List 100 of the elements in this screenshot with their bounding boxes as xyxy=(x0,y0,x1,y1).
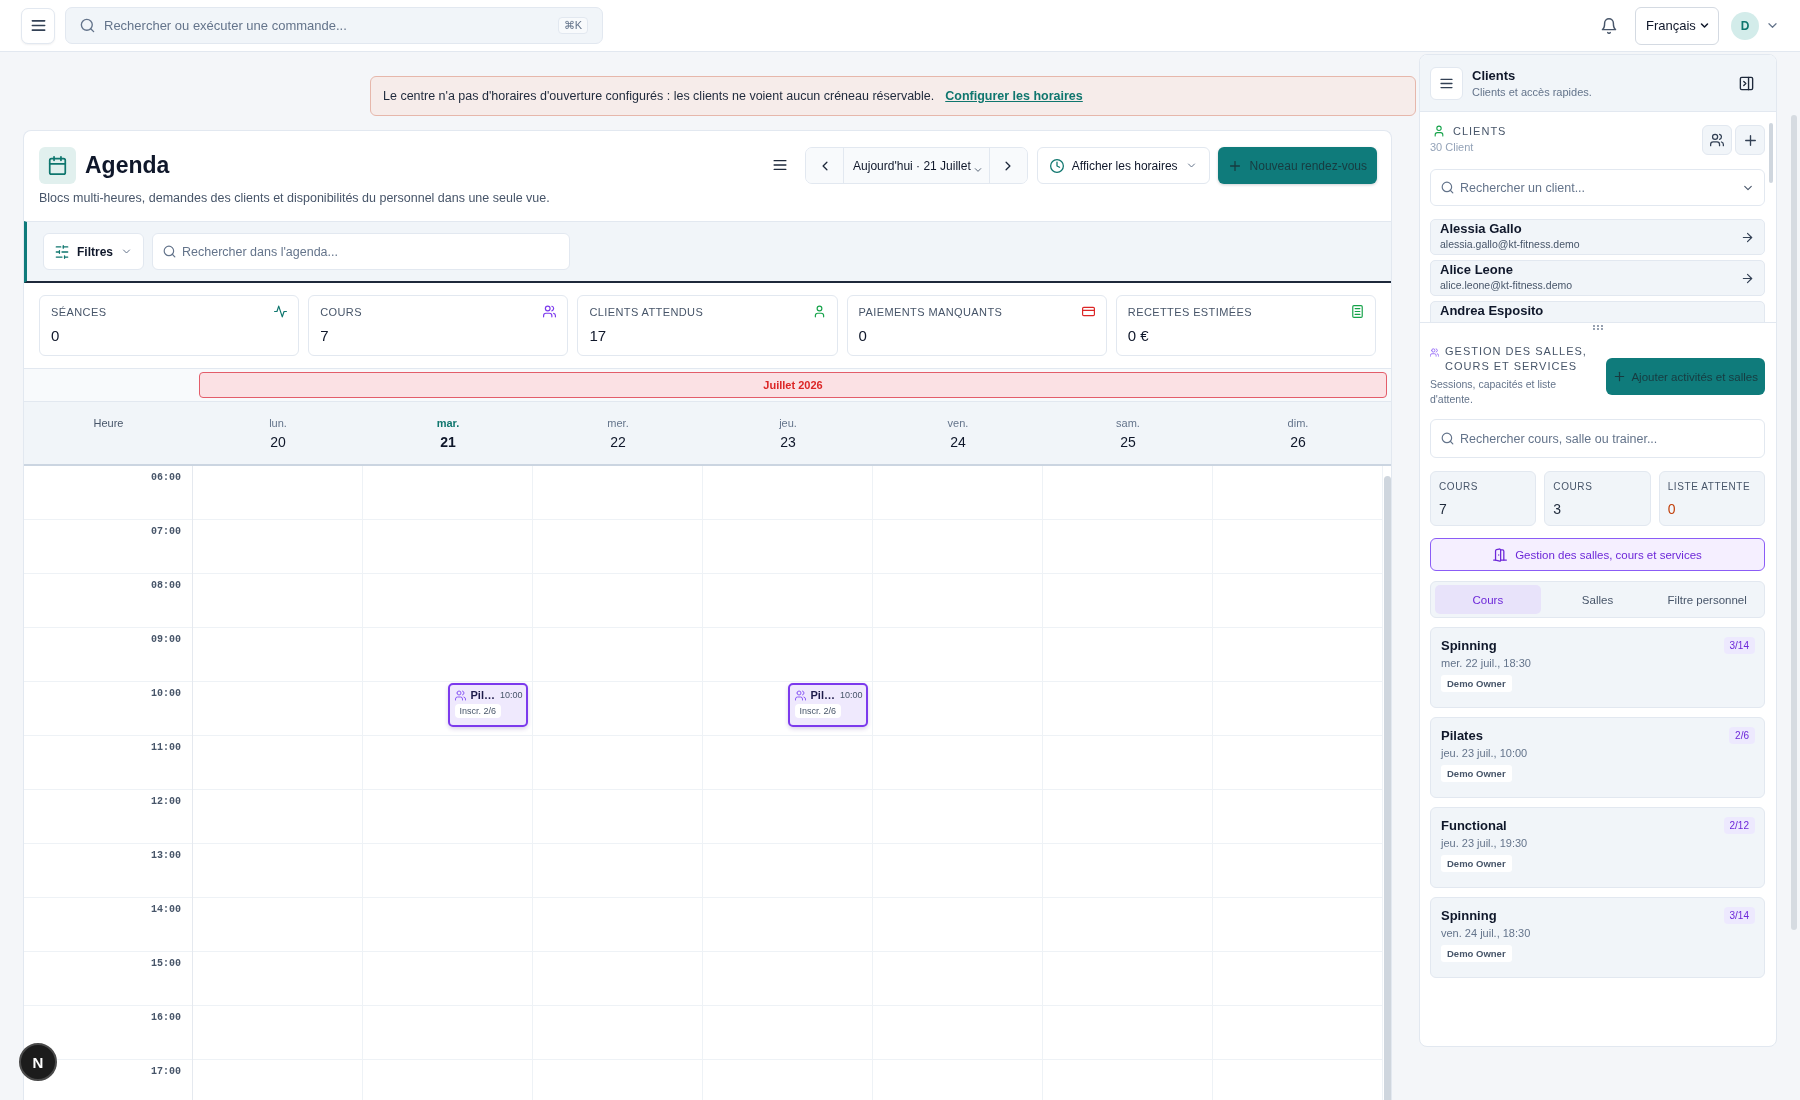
receipt-icon xyxy=(1351,305,1364,318)
stat-value: 0 xyxy=(1667,501,1676,517)
tab[interactable]: Cours xyxy=(1435,585,1541,614)
course-time: jeu. 23 juil., 10:00 xyxy=(1441,747,1528,759)
day-number: 26 xyxy=(1290,434,1306,450)
search-placeholder: Rechercher dans l'agenda... xyxy=(182,244,338,259)
avatar[interactable]: D xyxy=(1731,11,1759,40)
users-icon xyxy=(794,689,806,701)
client-search-select[interactable]: Rechercher un client... xyxy=(1430,169,1765,206)
configure-hours-link[interactable]: Configurer les horaires xyxy=(945,89,1083,103)
capacity-badge: 2/6 xyxy=(1729,727,1755,744)
trainer-chip: Demo Owner xyxy=(1441,675,1512,692)
search-placeholder: Rechercher cours, salle ou trainer... xyxy=(1460,431,1658,446)
event-card[interactable]: Pil… 10:00 Inscr. 2/6 xyxy=(447,683,528,727)
scrollbar[interactable] xyxy=(1383,476,1391,1100)
collapse-panel-icon[interactable] xyxy=(1739,75,1754,91)
client-row[interactable]: Andrea Esposito xyxy=(1430,301,1765,322)
course-card[interactable]: Functional 2/12 jeu. 23 juil., 19:30 Demo Owner xyxy=(1430,807,1765,888)
client-name: Andrea Esposito xyxy=(1440,303,1544,319)
agenda-search-field[interactable]: Rechercher dans l'agenda... xyxy=(152,233,570,270)
course-card[interactable]: Spinning 3/14 ven. 24 juil., 18:30 Demo Owner xyxy=(1430,897,1765,978)
course-title: Functional xyxy=(1441,818,1507,833)
day-name: mar. xyxy=(436,417,460,429)
client-row[interactable]: Alice Leone alice.leone@kt-fitness.demo xyxy=(1430,260,1765,296)
capacity-badge: 3/14 xyxy=(1723,637,1755,654)
time-label: 13:00 xyxy=(151,850,181,861)
search-placeholder: Rechercher un client... xyxy=(1460,180,1586,195)
filters-button[interactable]: Filtres xyxy=(43,233,144,270)
client-count: 30 Client xyxy=(1430,141,1474,153)
day-name: jeu. xyxy=(779,417,797,429)
section-description: Sessions, capacités et liste d'attente. xyxy=(1430,377,1558,407)
time-label: 09:00 xyxy=(151,634,181,645)
day-name: lun. xyxy=(269,417,287,429)
event-card[interactable]: Pil… 10:00 Inscr. 2/6 xyxy=(787,683,868,727)
users-icon xyxy=(1710,133,1724,147)
time-label: 15:00 xyxy=(151,958,181,969)
capacity-badge: 2/12 xyxy=(1723,817,1755,834)
day-number: 25 xyxy=(1120,434,1136,450)
client-row[interactable]: Alessia Gallo alessia.gallo@kt-fitness.demo xyxy=(1430,219,1765,255)
time-label: 14:00 xyxy=(151,904,181,915)
day-number: 20 xyxy=(270,434,286,450)
client-name: Alessia Gallo xyxy=(1440,221,1522,237)
command-search-field[interactable]: Rechercher ou exécuter une commande... ⌘K xyxy=(65,7,603,44)
menu-icon xyxy=(29,17,47,34)
client-email: alessia.gallo@kt-fitness.demo xyxy=(1440,237,1580,251)
menu-icon[interactable] xyxy=(772,157,789,173)
stat-label: PAIEMENTS MANQUANTS xyxy=(858,305,1003,318)
event-title: Pil… xyxy=(810,689,835,701)
scrollbar[interactable] xyxy=(1791,115,1797,930)
banner-message: Le centre n'a pas d'horaires d'ouverture configurés : les clients ne voient aucun créneau réservable. xyxy=(383,89,935,103)
day-number: 23 xyxy=(780,434,796,450)
menu-button[interactable] xyxy=(21,7,55,44)
plus-icon xyxy=(1742,132,1758,148)
tab[interactable]: Filtre personnel xyxy=(1654,585,1760,614)
time-label: 11:00 xyxy=(151,742,181,753)
arrow-right-icon xyxy=(1741,271,1754,285)
stat-label: LISTE ATTENTE xyxy=(1667,481,1751,492)
language-select[interactable]: Français xyxy=(1635,6,1719,45)
credit-card-icon xyxy=(1081,305,1095,318)
users-icon xyxy=(543,305,557,318)
enrolment-chip: Inscr. 2/6 xyxy=(794,704,842,718)
show-hours-button[interactable]: Afficher les horaires xyxy=(1036,147,1210,184)
groups-button[interactable] xyxy=(1702,125,1732,155)
day-number: 24 xyxy=(950,434,966,450)
activity-icon xyxy=(274,305,288,318)
manage-rooms-button[interactable]: Gestion des salles, cours et services xyxy=(1430,538,1765,571)
menu-button[interactable] xyxy=(1430,66,1463,100)
stat-label: RECETTES ESTIMÉES xyxy=(1127,305,1252,318)
tab[interactable]: Salles xyxy=(1544,585,1651,614)
stat-label: CLIENTS ATTENDUS xyxy=(589,305,704,318)
scrollbar[interactable] xyxy=(1768,123,1773,183)
day-name: mer. xyxy=(607,417,629,429)
search-icon xyxy=(80,18,95,33)
time-label: 17:00 xyxy=(151,1066,181,1077)
event-title: Pil… xyxy=(470,689,495,701)
stat-label: SÉANCES xyxy=(51,305,107,318)
sliders-icon xyxy=(55,244,69,259)
day-number: 21 xyxy=(440,434,456,450)
event-time: 10:00 xyxy=(839,690,863,700)
panel-title: Clients xyxy=(1472,68,1516,83)
stat-value: 7 xyxy=(1439,501,1447,517)
search-placeholder: Rechercher ou exécuter une commande... xyxy=(104,18,348,33)
page-title: Agenda xyxy=(85,152,170,179)
time-label: 12:00 xyxy=(151,796,181,807)
resize-handle-icon[interactable] xyxy=(1593,325,1603,330)
stat-label: COURS xyxy=(1439,481,1479,492)
time-label: 08:00 xyxy=(151,580,181,591)
time-label: 16:00 xyxy=(151,1012,181,1023)
add-client-button[interactable] xyxy=(1735,125,1765,155)
page-subtitle: Blocs multi-heures, demandes des clients et disponibilités du personnel dans une seule vue. xyxy=(39,191,550,205)
plus-icon xyxy=(1227,158,1242,173)
arrow-right-icon xyxy=(1741,230,1754,244)
course-card[interactable]: Spinning 3/14 mer. 22 juil., 18:30 Demo Owner xyxy=(1430,627,1765,708)
search-icon xyxy=(1441,432,1454,445)
notification-bell-icon[interactable] xyxy=(1601,17,1617,34)
course-search-field[interactable]: Rechercher cours, salle ou trainer... xyxy=(1430,419,1765,458)
month-banner: Juillet 2026 xyxy=(199,372,1387,398)
course-card[interactable]: Pilates 2/6 jeu. 23 juil., 10:00 Demo Owner xyxy=(1430,717,1765,798)
stat-value: 0 € xyxy=(1127,327,1150,344)
course-title: Spinning xyxy=(1441,908,1497,923)
